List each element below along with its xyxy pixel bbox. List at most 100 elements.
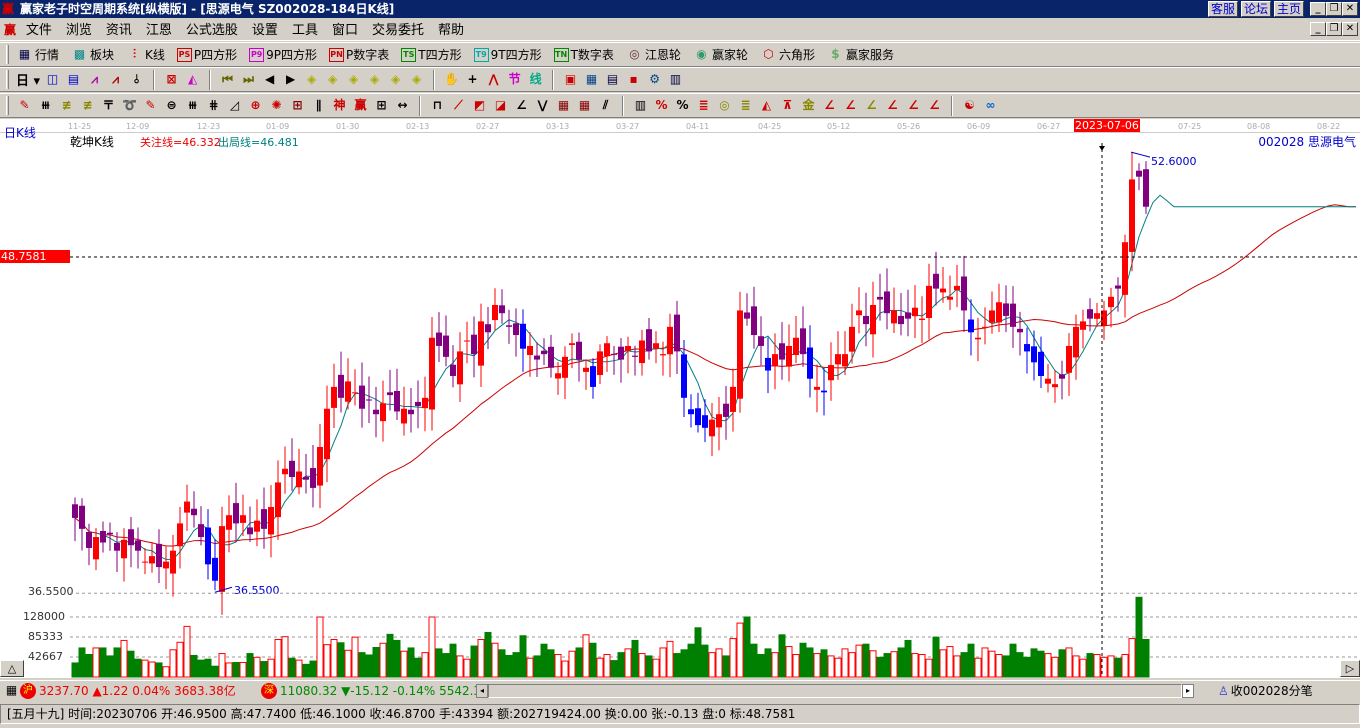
infinity-icon[interactable]: ∞ xyxy=(982,97,999,114)
restore-button[interactable]: ❐ xyxy=(1326,2,1342,16)
gold-icon[interactable]: 金 xyxy=(800,97,817,114)
toolbar-sector-grid[interactable]: ▩ 板块 xyxy=(71,46,114,63)
toolbar-tn[interactable]: TN T数字表 xyxy=(553,46,614,63)
circle-lines-icon[interactable]: ⊜ xyxy=(163,97,180,114)
menu-item-7[interactable]: 窗口 xyxy=(332,23,358,38)
n2-icon[interactable]: ⋕ xyxy=(205,97,222,114)
first-bar-icon[interactable]: ⏮ xyxy=(219,71,236,88)
gold-lines-3-icon[interactable]: ≣ xyxy=(737,97,754,114)
zoom-left-icon[interactable]: ◈ xyxy=(303,71,320,88)
fan-icon[interactable]: ⟋ xyxy=(450,97,467,114)
percent-icon[interactable]: % xyxy=(674,97,691,114)
menu-item-5[interactable]: 设置 xyxy=(252,23,278,38)
child-minimize-button[interactable]: _ xyxy=(1310,22,1326,36)
fire-icon[interactable]: ◭ xyxy=(758,97,775,114)
next-icon[interactable]: ▶ xyxy=(282,71,299,88)
prev-icon[interactable]: ◀ xyxy=(261,71,278,88)
percent-lines-icon[interactable]: ≣ xyxy=(695,97,712,114)
candle-type-icon[interactable]: ⫰ xyxy=(128,71,145,88)
child-restore-button[interactable]: ❐ xyxy=(1326,22,1342,36)
god-icon[interactable]: 神 xyxy=(331,97,348,114)
menu-item-6[interactable]: 工具 xyxy=(292,23,318,38)
pen-2-icon[interactable]: ✎ xyxy=(142,97,159,114)
toolbar-hexagon[interactable]: ⬡ 六角形 xyxy=(760,46,815,63)
target-icon[interactable]: ⊕ xyxy=(247,97,264,114)
ma3-icon[interactable]: ⩘ xyxy=(86,71,103,88)
gann-grid-2-icon[interactable]: ▦ xyxy=(576,97,593,114)
quote-table-icon[interactable]: ▦ xyxy=(3,682,20,699)
angle-icon[interactable]: ∠ xyxy=(513,97,530,114)
tick-data-button[interactable]: 收002028分笔 xyxy=(1231,682,1313,699)
toolbar-p9[interactable]: P9 9P四方形 xyxy=(249,46,317,63)
forum-link[interactable]: 论坛 xyxy=(1241,1,1272,17)
parallel-lines-icon[interactable]: ⫽ xyxy=(597,97,614,114)
zoom-fit-icon[interactable]: ◈ xyxy=(408,71,425,88)
gold-circle-icon[interactable]: ◎ xyxy=(716,97,733,114)
fib-levels-icon[interactable]: 〒 xyxy=(100,97,117,114)
god-angle-icon[interactable]: ∠ xyxy=(884,97,901,114)
slash-icon[interactable]: ∥ xyxy=(310,97,327,114)
customer-service-link[interactable]: 客服 xyxy=(1208,1,1239,17)
app-menu-icon[interactable]: 赢 xyxy=(4,23,16,37)
columns-icon[interactable]: ▥ xyxy=(632,97,649,114)
zoom-right-icon[interactable]: ◈ xyxy=(324,71,341,88)
scroll-right-button[interactable]: ▷ xyxy=(1340,660,1360,677)
menu-item-2[interactable]: 资讯 xyxy=(106,23,132,38)
pen-icon[interactable]: ✎ xyxy=(16,97,33,114)
ticker-scrollbar[interactable] xyxy=(488,683,1182,698)
calendar-icon[interactable]: ▣ xyxy=(562,71,579,88)
grid-icon[interactable]: ⊞ xyxy=(373,97,390,114)
period-dropdown[interactable]: 日 ▾ xyxy=(16,70,40,89)
minimize-button[interactable]: _ xyxy=(1310,2,1326,16)
four-angle-icon[interactable]: ∠ xyxy=(926,97,943,114)
ticker-scroll-right[interactable]: ▸ xyxy=(1182,683,1194,698)
yinyang-icon[interactable]: ☯ xyxy=(961,97,978,114)
gold-angle-icon[interactable]: ∠ xyxy=(863,97,880,114)
toolbar-gann-wheel[interactable]: ◎ 江恩轮 xyxy=(626,46,681,63)
percent-fan-icon[interactable]: % xyxy=(653,97,670,114)
last-bar-icon[interactable]: ⏭ xyxy=(240,71,257,88)
toolbar-pn[interactable]: PN P数字表 xyxy=(329,46,389,63)
expand-up-button[interactable]: △ xyxy=(0,660,24,677)
homepage-link[interactable]: 主页 xyxy=(1274,1,1305,17)
ticker-scroll-left[interactable]: ◂ xyxy=(476,683,488,698)
toolbar-quote-table[interactable]: ▦ 行情 xyxy=(16,46,59,63)
v-line-icon[interactable]: ⋁ xyxy=(534,97,551,114)
chart-style-icon[interactable]: ◫ xyxy=(44,71,61,88)
arc-icon[interactable]: ⊼ xyxy=(779,97,796,114)
fan-square-icon[interactable]: ◪ xyxy=(492,97,509,114)
box-icon[interactable]: ⊓ xyxy=(429,97,446,114)
flag-icon[interactable]: ◭ xyxy=(184,71,201,88)
draw-kline-icon[interactable]: ⊠ xyxy=(163,71,180,88)
star-icon[interactable]: ✺ xyxy=(268,97,285,114)
menu-item-3[interactable]: 江恩 xyxy=(146,23,172,38)
zoom-both-icon[interactable]: ◈ xyxy=(345,71,362,88)
settings-icon[interactable]: ⚙ xyxy=(646,71,663,88)
toolbar-winner-wheel[interactable]: ◉ 赢家轮 xyxy=(693,46,748,63)
toolbar-dollar[interactable]: $ 赢家服务 xyxy=(827,46,894,63)
zoom-out-icon[interactable]: ◈ xyxy=(387,71,404,88)
child-close-button[interactable]: ✕ xyxy=(1342,22,1358,36)
gold-lines-2-icon[interactable]: ≢ xyxy=(79,97,96,114)
f-angle-icon[interactable]: ∠ xyxy=(842,97,859,114)
gann-grid-icon[interactable]: ▦ xyxy=(555,97,572,114)
close-button[interactable]: ✕ xyxy=(1342,2,1358,16)
win-icon[interactable]: 赢 xyxy=(352,97,369,114)
ma9-icon[interactable]: ⩘ xyxy=(107,71,124,88)
span-icon[interactable]: ↔ xyxy=(394,97,411,114)
menu-item-8[interactable]: 交易委托 xyxy=(372,23,424,38)
win-angle-icon[interactable]: ∠ xyxy=(905,97,922,114)
menu-item-9[interactable]: 帮助 xyxy=(438,23,464,38)
j-angle-icon[interactable]: ∠ xyxy=(821,97,838,114)
menu-item-0[interactable]: 文件 xyxy=(26,23,52,38)
hash-icon[interactable]: ⧻ xyxy=(184,97,201,114)
calculator-icon[interactable]: ▦ xyxy=(583,71,600,88)
triangle-icon[interactable]: ◿ xyxy=(226,97,243,114)
fan-box-icon[interactable]: ◩ xyxy=(471,97,488,114)
trend-icon[interactable]: ⋀ xyxy=(485,71,502,88)
toolbar-ps[interactable]: PS P四方形 xyxy=(176,46,237,63)
parallel-icon[interactable]: ⧻ xyxy=(37,97,54,114)
kline-chart[interactable]: 11-25 12-09 12-23 01-09 01-30 02-13 02-27 03-13… xyxy=(0,119,1360,678)
toolbar-ts[interactable]: TS T四方形 xyxy=(401,46,462,63)
notes-icon[interactable]: ▤ xyxy=(65,71,82,88)
